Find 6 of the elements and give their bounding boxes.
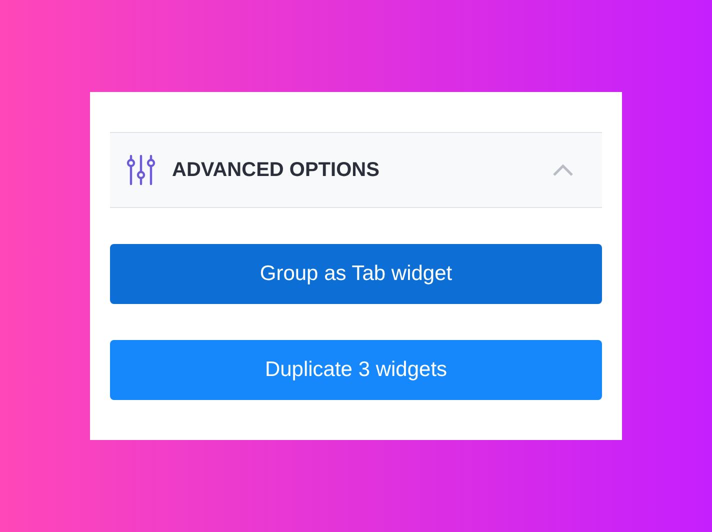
action-button[interactable]: Group as Tab widget bbox=[110, 244, 602, 304]
section-title: ADVANCED OPTIONS bbox=[172, 158, 380, 183]
section-header[interactable]: ADVANCED OPTIONS bbox=[110, 132, 602, 208]
sliders-icon bbox=[126, 154, 156, 186]
action-button[interactable]: Duplicate 3 widgets bbox=[110, 340, 602, 400]
chevron-up-icon bbox=[552, 163, 574, 177]
